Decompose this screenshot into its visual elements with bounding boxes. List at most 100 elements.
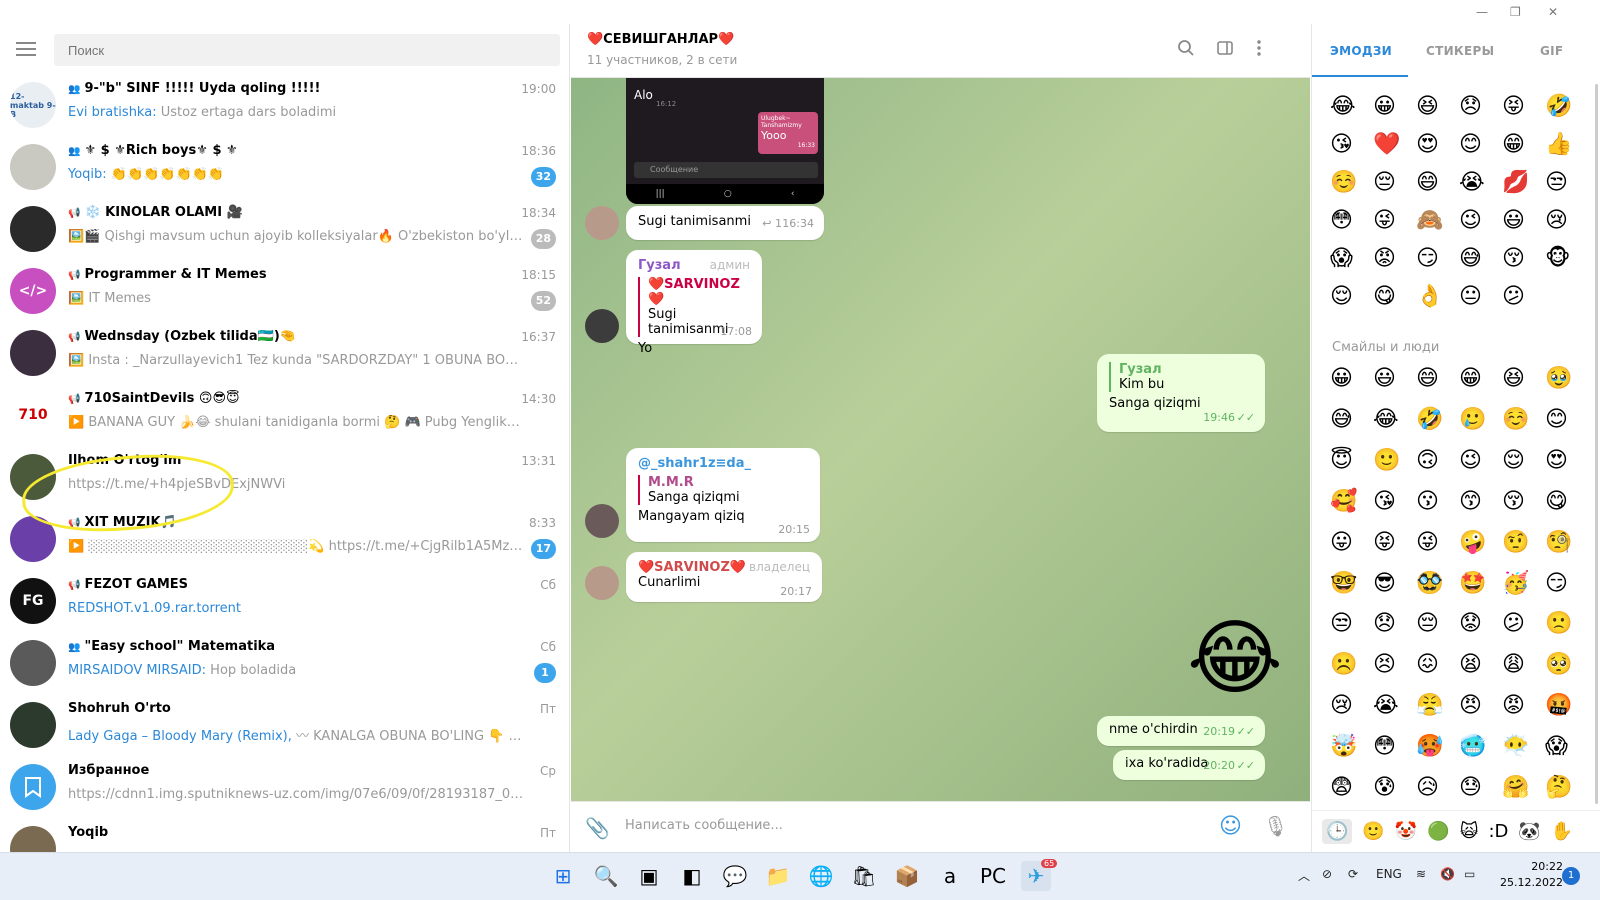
search-icon[interactable] — [1175, 39, 1197, 61]
chat-list-item[interactable]: FG 📢 FEZOT GAMES Сб REDSHOT.v1.09.rar.torren… — [0, 570, 569, 632]
emoji-button[interactable]: 😀 — [1330, 366, 1373, 392]
volume-icon[interactable]: 🔇 — [1440, 867, 1455, 881]
emoji-button[interactable]: 🙃 — [1416, 448, 1459, 474]
emoji-button[interactable]: 😓 — [1459, 775, 1502, 801]
emoji-category-icon[interactable]: ✋ — [1551, 821, 1573, 842]
emoji-button[interactable]: 😄 — [1416, 170, 1459, 196]
emoji-button[interactable]: 😟 — [1459, 611, 1502, 637]
emoji-button[interactable]: 😰 — [1373, 775, 1416, 801]
emoji-button[interactable]: 🤨 — [1502, 530, 1545, 556]
emoji-button[interactable]: 🤓 — [1330, 571, 1373, 597]
reply-quote[interactable]: M.M.R Sanga qiziqmi — [638, 475, 808, 505]
network-off-icon[interactable]: ⊘ — [1322, 867, 1332, 881]
emoji-button[interactable]: 😘 — [1373, 489, 1416, 515]
chat-avatar[interactable] — [10, 826, 56, 852]
chat-list-item[interactable]: 📢 ❄️ KINOLAR OLAMI 🎥 18:34 🖼️🎬 Qishgi mavsu… — [0, 198, 569, 260]
start-icon[interactable]: ⊞ — [548, 861, 578, 891]
message-bubble[interactable]: @_shahr1z≡da_ M.M.R Sanga qiziqmi Mangay… — [626, 448, 820, 542]
emoji-button[interactable]: 🥸 — [1416, 571, 1459, 597]
emoji-category-icon[interactable]: 🐼 — [1518, 821, 1540, 842]
emoji-button[interactable]: 😁 — [1459, 366, 1502, 392]
emoji-button[interactable]: 🥰 — [1330, 489, 1373, 515]
more-options-icon[interactable] — [1248, 39, 1270, 61]
emoji-button[interactable]: 😞 — [1459, 94, 1502, 120]
restore-button[interactable]: ❐ — [1510, 4, 1521, 20]
chat-list-item[interactable]: Shohruh O'rto Пт Lady Gaga – Bloody Mary (… — [0, 694, 569, 756]
emoji-button[interactable]: 😉 — [1459, 448, 1502, 474]
message-bubble[interactable]: Sugi tanimisanmi ↩ 1 16:34 — [626, 206, 824, 240]
chat-avatar[interactable]: </> — [10, 268, 56, 314]
emoji-button[interactable]: 😊 — [1459, 132, 1502, 158]
emoji-button[interactable]: 😋 — [1373, 284, 1416, 310]
emoji-button[interactable]: 👍 — [1545, 132, 1588, 158]
emoji-button[interactable]: 😂 — [1330, 94, 1373, 120]
emoji-button[interactable]: ☹️ — [1330, 652, 1373, 678]
sidebar-toggle-icon[interactable] — [1214, 39, 1236, 61]
store-icon[interactable]: 🛍 — [849, 861, 879, 891]
emoji-button[interactable]: 😝 — [1502, 94, 1545, 120]
chat-title[interactable]: ❤️СЕВИШГАНЛАР❤️ — [587, 32, 734, 47]
emoji-button[interactable]: 😨 — [1330, 775, 1373, 801]
file-explorer-icon[interactable]: 📁 — [763, 861, 793, 891]
wifi-icon[interactable]: ≋ — [1416, 867, 1426, 881]
clock[interactable]: 20:22 25.12.2022 — [1500, 859, 1563, 891]
emoji-button[interactable]: 🤯 — [1330, 734, 1373, 760]
emoji-button[interactable]: 😭 — [1459, 170, 1502, 196]
emoji-button[interactable]: 😩 — [1502, 652, 1545, 678]
emoji-button[interactable]: 😒 — [1330, 611, 1373, 637]
emoji-button[interactable]: 😕 — [1502, 284, 1545, 310]
emoji-button[interactable]: 😍 — [1545, 448, 1588, 474]
emoji-button[interactable]: 😐 — [1459, 284, 1502, 310]
battery-icon[interactable]: ▭ — [1464, 867, 1475, 881]
emoji-button[interactable]: 😅 — [1459, 246, 1502, 272]
emoji-button[interactable]: 🙈 — [1416, 208, 1459, 234]
emoji-button[interactable]: 😄 — [1416, 366, 1459, 392]
amazon-icon[interactable]: a — [935, 861, 965, 891]
emoji-button[interactable]: 🥲 — [1459, 407, 1502, 433]
message-area[interactable]: Alo 16:12 Ulugbek~ Tanshamizmy Yooo 16:3… — [571, 78, 1310, 801]
emoji-button[interactable]: 😌 — [1330, 284, 1373, 310]
avatar[interactable] — [585, 504, 619, 538]
emoji-button[interactable]: 😂 — [1373, 407, 1416, 433]
reply-quote[interactable]: Гузал Kim bu — [1109, 362, 1253, 392]
emoji-category-icon[interactable]: 🙀 — [1460, 821, 1479, 842]
emoji-button[interactable]: 🧐 — [1545, 530, 1588, 556]
emoji-button[interactable]: 😖 — [1416, 652, 1459, 678]
emoji-button[interactable]: ❤️ — [1373, 132, 1416, 158]
tab-stickers[interactable]: СТИКЕРЫ — [1426, 44, 1494, 58]
emoji-button[interactable]: 🥶 — [1459, 734, 1502, 760]
emoji-button[interactable]: 😚 — [1502, 246, 1545, 272]
emoji-icon[interactable]: ☺ — [1219, 814, 1242, 839]
attach-icon[interactable]: 📎 — [585, 816, 610, 840]
message-sender[interactable]: Гузал — [638, 258, 681, 273]
emoji-button[interactable]: 🥳 — [1502, 571, 1545, 597]
emoji-button[interactable]: 🙁 — [1545, 611, 1588, 637]
chat-avatar[interactable] — [10, 144, 56, 190]
outgoing-message-bubble[interactable]: Гузал Kim bu Sanga qiziqmi 19:46 ✓✓ — [1097, 354, 1265, 432]
emoji-button[interactable]: 🤣 — [1545, 94, 1588, 120]
emoji-button[interactable]: 😢 — [1330, 693, 1373, 719]
emoji-button[interactable]: 🤪 — [1459, 530, 1502, 556]
emoji-button[interactable]: 🙂 — [1373, 448, 1416, 474]
tab-gif[interactable]: GIF — [1540, 44, 1563, 58]
emoji-button[interactable]: 😎 — [1373, 571, 1416, 597]
emoji-button[interactable]: 😠 — [1459, 693, 1502, 719]
emoji-button[interactable]: 😅 — [1330, 407, 1373, 433]
avatar[interactable] — [585, 566, 619, 600]
emoji-button[interactable]: 😫 — [1459, 652, 1502, 678]
emoji-button[interactable]: 😆 — [1416, 94, 1459, 120]
emoji-button[interactable]: 😛 — [1330, 530, 1373, 556]
emoji-button[interactable]: 😋 — [1545, 489, 1588, 515]
photo-message[interactable]: Alo 16:12 Ulugbek~ Tanshamizmy Yooo 16:3… — [626, 78, 824, 204]
message-input[interactable]: Написать сообщение... — [625, 818, 783, 833]
emoji-button[interactable]: 😚 — [1502, 489, 1545, 515]
saved-messages-icon[interactable] — [10, 764, 56, 810]
message-sender[interactable]: ❤️SARVINOZ❤️ — [638, 560, 746, 575]
emoji-button[interactable]: 🥵 — [1416, 734, 1459, 760]
sync-icon[interactable]: ⟳ — [1348, 867, 1358, 881]
emoji-button[interactable]: 😡 — [1502, 693, 1545, 719]
emoji-button[interactable]: 🥺 — [1545, 652, 1588, 678]
message-bubble[interactable]: ❤️SARVINOZ❤️ владелец Cunarlimi 20:17 — [626, 552, 822, 602]
emoji-button[interactable]: 😔 — [1416, 611, 1459, 637]
emoji-button[interactable]: 😒 — [1545, 170, 1588, 196]
